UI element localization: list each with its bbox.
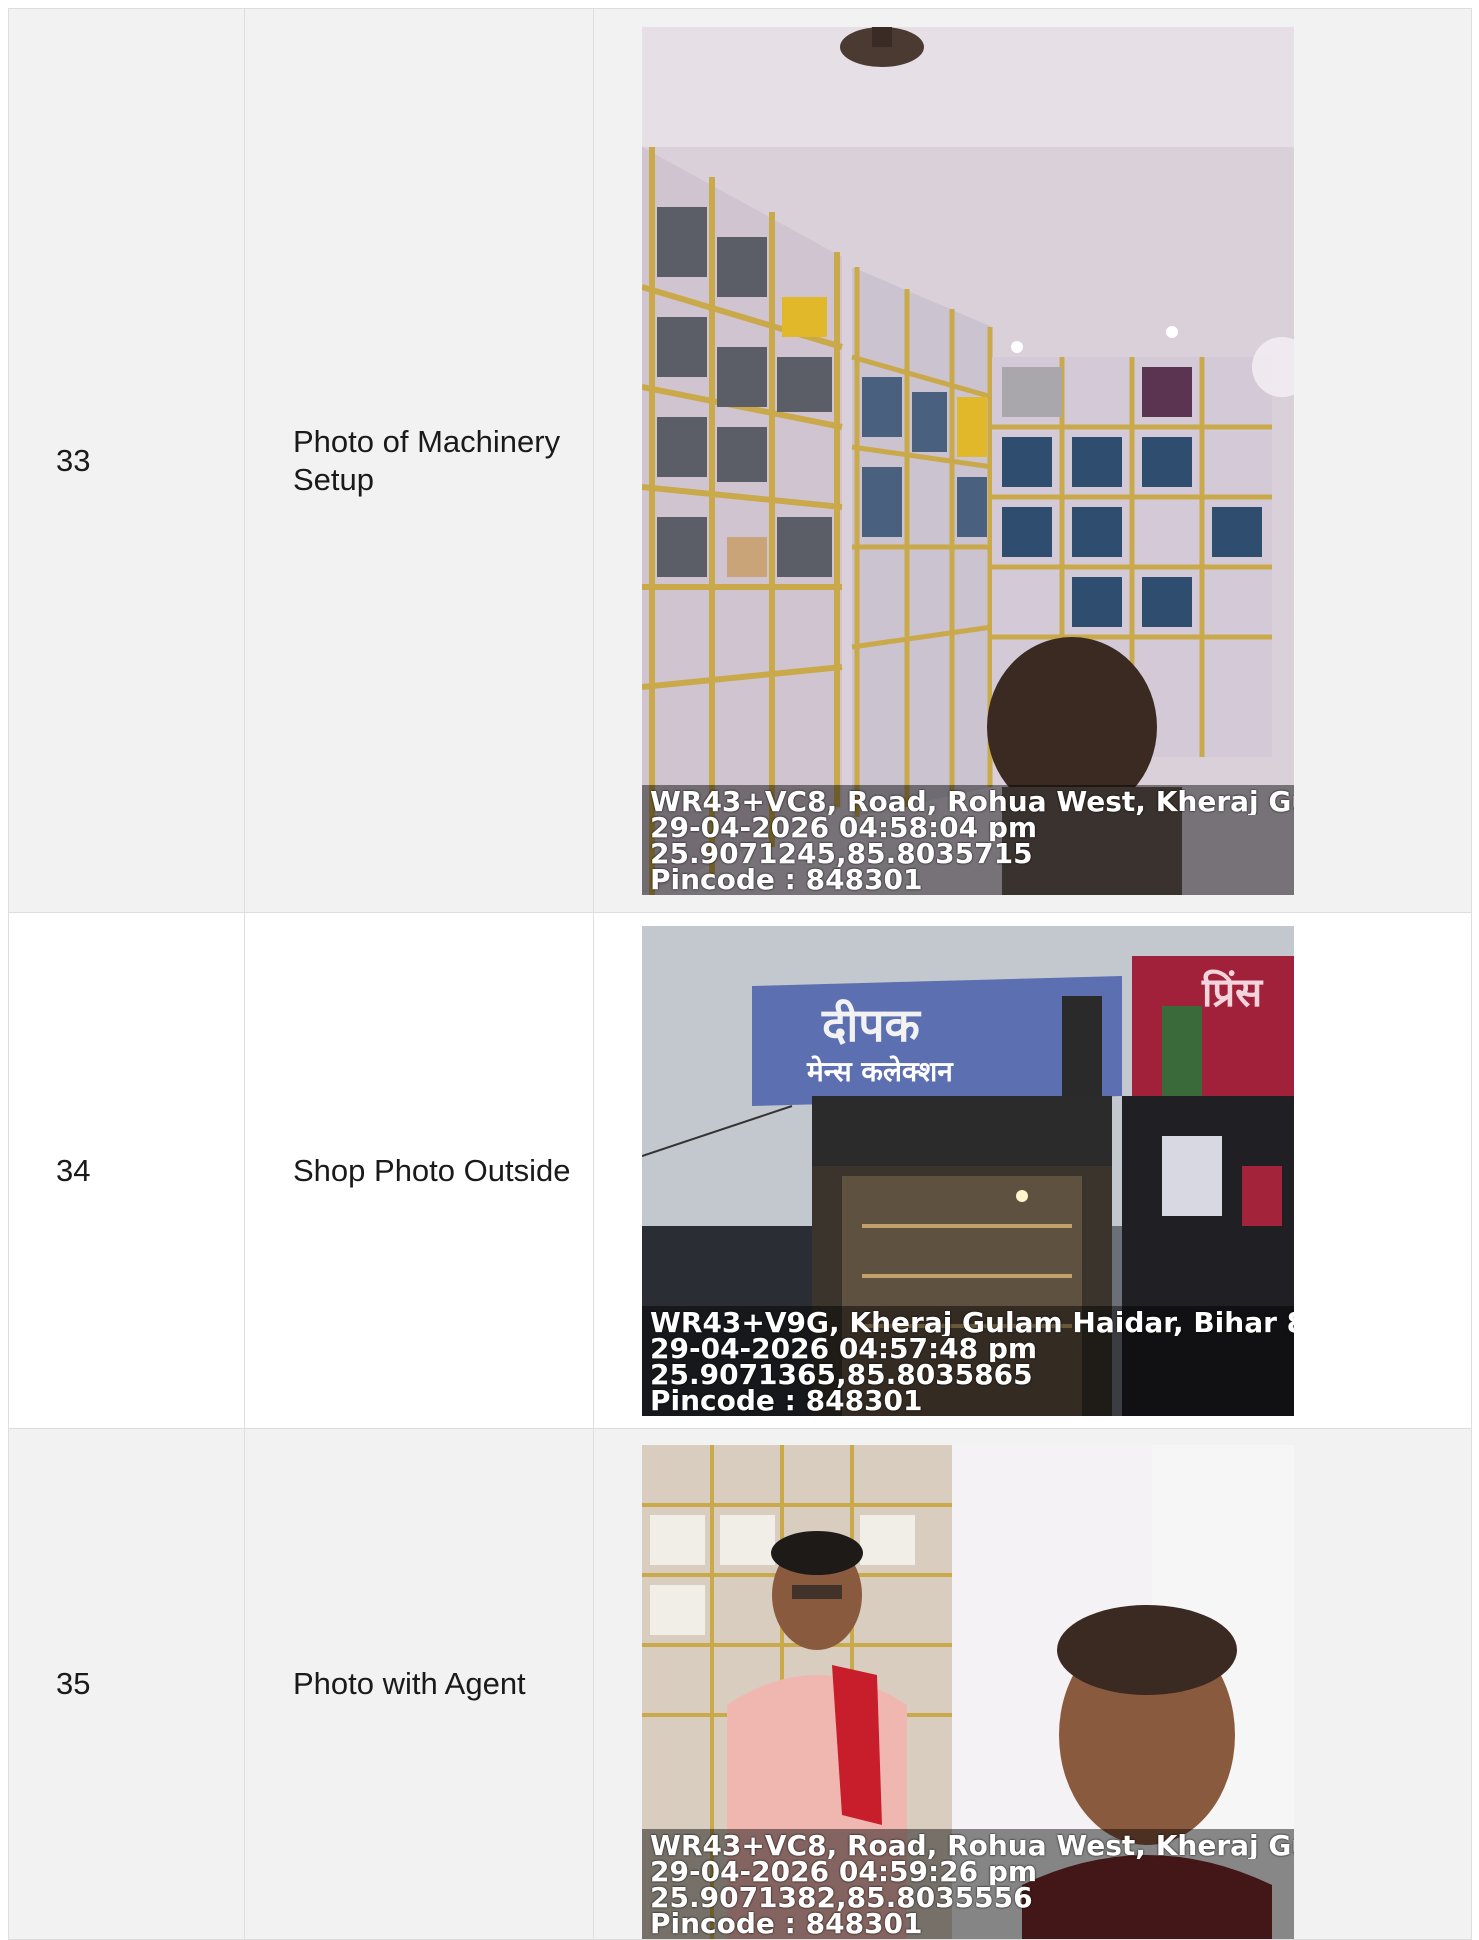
- signboard-neighbor: प्रिंस: [1201, 969, 1264, 1016]
- table-row: 35 Photo with Agent WR43+VC8, Road, Rohu…: [8, 1428, 1472, 1940]
- row-number: 35: [8, 1428, 245, 1940]
- agent-photo[interactable]: WR43+VC8, Road, Rohua West, Kheraj Gulam…: [642, 1445, 1294, 1939]
- geo-stamp: WR43+VC8, Road, Rohua West, Kheraj Gulam…: [642, 784, 1294, 895]
- signboard-sub: मेन्स कलेक्शन: [806, 1055, 954, 1088]
- shop-interior-image: [642, 26, 1294, 895]
- row-label: Photo of Machinery Setup: [244, 8, 594, 913]
- row-label: Photo with Agent: [244, 1428, 594, 1940]
- stamp-datetime: 29-04-2026 04:58:04 pm: [650, 814, 1038, 841]
- stamp-datetime: 29-04-2026 04:57:48 pm: [650, 1335, 1038, 1362]
- stamp-address: WR43+VC8, Road, Rohua West, Kheraj Gulam: [650, 788, 1294, 815]
- table-row: 33 Photo of Machinery Setup WR43+VC8, Ro…: [8, 8, 1472, 913]
- machinery-setup-photo[interactable]: WR43+VC8, Road, Rohua West, Kheraj Gulam…: [642, 26, 1294, 895]
- stamp-pincode: Pincode : 848301: [650, 1387, 923, 1414]
- photo-cell: WR43+VC8, Road, Rohua West, Kheraj Gulam…: [593, 8, 1472, 913]
- photo-report-table: 33 Photo of Machinery Setup WR43+VC8, Ro…: [8, 8, 1472, 1940]
- row-number: 34: [8, 912, 245, 1429]
- row-label: Shop Photo Outside: [244, 912, 594, 1429]
- stamp-datetime: 29-04-2026 04:59:26 pm: [650, 1859, 1038, 1885]
- stamp-coords: 25.9071365,85.8035865: [650, 1361, 1033, 1388]
- photo-cell: WR43+VC8, Road, Rohua West, Kheraj Gulam…: [593, 1428, 1472, 1940]
- table-row: 34 Shop Photo Outside दीपक मेन्स कलेक्शन…: [8, 912, 1472, 1429]
- photo-cell: दीपक मेन्स कलेक्शन प्रिंस WR43+V9G, Kher…: [593, 912, 1472, 1429]
- stamp-coords: 25.9071382,85.8035556: [650, 1885, 1033, 1911]
- stamp-pincode: Pincode : 848301: [650, 866, 923, 893]
- stamp-pincode: Pincode : 848301: [650, 1911, 923, 1937]
- signboard-main: दीपक: [821, 998, 921, 1052]
- geo-stamp: WR43+VC8, Road, Rohua West, Kheraj Gulam…: [642, 1829, 1294, 1939]
- stamp-address: WR43+VC8, Road, Rohua West, Kheraj Gulam: [650, 1833, 1294, 1859]
- shop-outside-photo[interactable]: दीपक मेन्स कलेक्शन प्रिंस WR43+V9G, Kher…: [642, 925, 1294, 1416]
- stamp-address: WR43+V9G, Kheraj Gulam Haidar, Bihar 848: [650, 1309, 1294, 1336]
- stamp-coords: 25.9071245,85.8035715: [650, 840, 1033, 867]
- geo-stamp: WR43+V9G, Kheraj Gulam Haidar, Bihar 848…: [642, 1305, 1294, 1416]
- row-number: 33: [8, 8, 245, 913]
